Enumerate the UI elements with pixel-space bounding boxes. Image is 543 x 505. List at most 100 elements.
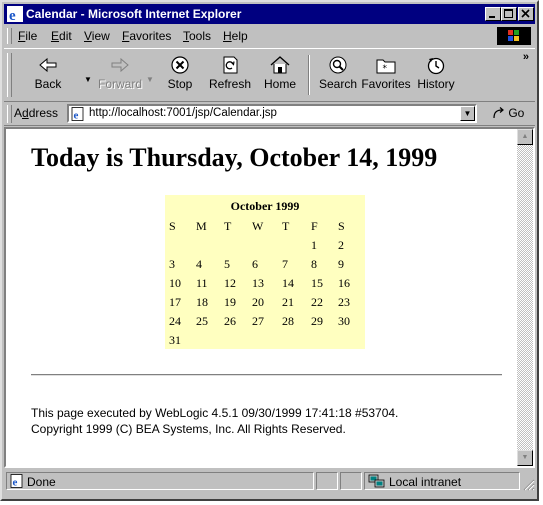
maximize-icon <box>504 9 513 18</box>
calendar-day: 31 <box>169 333 181 347</box>
weekday-header: S <box>169 219 176 233</box>
zone-text: Local intranet <box>389 475 462 489</box>
calendar-day: 12 <box>224 276 236 290</box>
calendar-table: October 1999 S M T W T F S 1 2 3 4 5 6 7 8 9 10 11 12 13 14 1… <box>165 195 365 349</box>
menu-view[interactable]: View <box>84 26 110 46</box>
address-url-text: http://localhost:7001/jsp/Calendar.jsp <box>89 107 277 119</box>
calendar-day: 9 <box>338 257 344 271</box>
favorites-folder-icon: * <box>376 59 396 74</box>
calendar-day: 17 <box>169 295 181 309</box>
forward-button[interactable]: Forward <box>92 53 148 99</box>
back-dropdown-arrow-icon[interactable]: ▼ <box>84 75 92 84</box>
calendar-day: 4 <box>196 257 202 271</box>
footer-line-executed: This page executed by WebLogic 4.5.1 09/… <box>31 406 399 420</box>
stop-button[interactable]: Stop <box>152 53 208 99</box>
windows-logo-icon <box>497 27 531 45</box>
calendar-day: 24 <box>169 314 181 328</box>
status-bar: e Done Local intranet <box>4 471 535 491</box>
scroll-up-button[interactable]: ▲ <box>517 129 533 145</box>
menu-help[interactable]: Help <box>223 26 248 46</box>
weekday-header: T <box>224 219 232 233</box>
calendar-day: 19 <box>224 295 236 309</box>
back-arrow-icon <box>39 57 57 73</box>
weekday-header: M <box>196 219 207 233</box>
status-pane-progress <box>316 472 338 490</box>
calendar-day: 3 <box>169 257 175 271</box>
toolbar-grip[interactable] <box>7 53 12 97</box>
go-button[interactable]: Go <box>491 106 524 120</box>
maximize-button[interactable] <box>501 7 517 21</box>
page-ie-icon: e <box>71 107 84 122</box>
menubar-grip[interactable] <box>7 28 12 44</box>
calendar-day: 28 <box>282 314 294 328</box>
calendar-day: 30 <box>338 314 350 328</box>
page-heading: Today is Thursday, October 14, 1999 <box>31 143 438 172</box>
close-button[interactable] <box>518 7 534 21</box>
minimize-icon <box>489 16 495 18</box>
favorites-button[interactable]: * Favorites <box>358 53 414 99</box>
calendar-day: 25 <box>196 314 208 328</box>
svg-text:*: * <box>383 64 388 74</box>
calendar-day: 29 <box>311 314 323 328</box>
calendar-day: 22 <box>311 295 323 309</box>
forward-arrow-icon <box>111 57 129 73</box>
calendar-title: October 1999 <box>230 199 300 213</box>
minimize-button[interactable] <box>485 7 501 21</box>
search-icon <box>329 56 347 74</box>
weekday-header: W <box>252 219 264 233</box>
calendar-day: 11 <box>196 276 208 290</box>
menu-tools[interactable]: Tools <box>183 26 211 46</box>
resize-grip-icon[interactable] <box>521 477 535 491</box>
menu-bar: File Edit View Favorites Tools Help <box>4 26 535 46</box>
svg-text:e: e <box>13 477 18 489</box>
title-bar[interactable]: e Calendar - Microsoft Internet Explorer <box>4 4 535 24</box>
weekday-header: T <box>282 219 290 233</box>
status-pane-zone: Local intranet <box>364 472 520 490</box>
browser-window: e Calendar - Microsoft Internet Explorer… <box>0 0 539 501</box>
status-pane-secure <box>340 472 362 490</box>
menu-file[interactable]: File <box>18 26 37 46</box>
refresh-icon <box>223 56 238 74</box>
calendar-day: 23 <box>338 295 350 309</box>
calendar-day: 14 <box>282 276 294 290</box>
calendar-day: 21 <box>282 295 294 309</box>
vertical-scrollbar[interactable]: ▲ ▼ <box>517 129 533 466</box>
svg-text:e: e <box>74 110 79 122</box>
home-icon <box>270 56 290 74</box>
calendar-day: 13 <box>252 276 264 290</box>
footer-text: This page executed by WebLogic 4.5.1 09/… <box>31 405 398 437</box>
back-button[interactable]: Back <box>20 53 76 99</box>
page-done-icon: e <box>10 474 23 489</box>
home-button[interactable]: Home <box>252 53 308 99</box>
page-content: Today is Thursday, October 14, 1999 Octo… <box>4 127 535 468</box>
calendar-day: 27 <box>252 314 264 328</box>
address-bar: Address e http://localhost:7001/jsp/Cale… <box>4 103 535 126</box>
footer-line-copyright: Copyright 1999 (C) BEA Systems, Inc. All… <box>31 422 346 436</box>
go-arrow-icon <box>493 107 504 119</box>
weekday-header: F <box>311 219 318 233</box>
address-input[interactable]: e http://localhost:7001/jsp/Calendar.jsp… <box>67 104 477 123</box>
weekday-header: S <box>338 219 345 233</box>
calendar-day: 7 <box>282 257 288 271</box>
status-text: Done <box>27 475 56 489</box>
calendar-day: 5 <box>224 257 230 271</box>
address-dropdown-button[interactable]: ▼ <box>460 106 475 121</box>
address-label: Address <box>14 106 59 120</box>
calendar-day: 2 <box>338 238 344 252</box>
window-title: Calendar - Microsoft Internet Explorer <box>26 7 242 21</box>
close-icon <box>521 9 530 18</box>
menu-favorites[interactable]: Favorites <box>122 26 171 46</box>
ie-logo-icon: e <box>7 6 23 22</box>
scroll-down-button[interactable]: ▼ <box>517 450 533 466</box>
toolbar-more-chevron-icon[interactable]: » <box>523 51 529 63</box>
menu-edit[interactable]: Edit <box>51 26 72 46</box>
calendar-day: 15 <box>311 276 323 290</box>
intranet-computer-icon <box>368 474 385 488</box>
address-grip[interactable] <box>7 105 12 123</box>
divider <box>31 374 502 376</box>
status-pane-main: e Done <box>6 472 314 490</box>
history-button[interactable]: History <box>408 53 464 99</box>
history-icon <box>427 57 445 75</box>
calendar-day: 26 <box>224 314 236 328</box>
refresh-button[interactable]: Refresh <box>202 53 258 99</box>
